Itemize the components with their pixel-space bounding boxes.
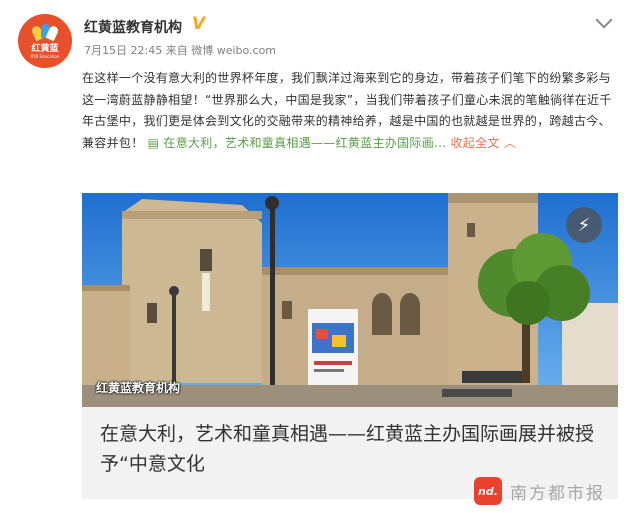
lightning-icon[interactable]: ⚡ <box>566 207 602 243</box>
collapse-button[interactable]: 收起全文 ︿ <box>450 136 516 150</box>
source-name: 南方都市报 <box>510 483 605 504</box>
image-watermark: 红黄蓝教育机构 <box>96 381 181 395</box>
chevron-down-icon[interactable] <box>595 11 613 29</box>
nd-logo-icon: nd. <box>474 477 502 505</box>
article-card[interactable]: 红黄蓝教育机构 ⚡ 在意大利，艺术和童真相遇——红黄蓝主办国际画展并被授予“中意… <box>82 193 618 499</box>
avatar[interactable]: 红黄蓝 RYB Education <box>18 14 72 68</box>
chevron-up-icon: ︿ <box>503 135 517 150</box>
post-meta: 7月15日 22:45 来自 微博 weibo.com <box>84 42 276 58</box>
post-source: 来自 微博 weibo.com <box>165 44 277 57</box>
brand-logo-icon <box>30 23 60 42</box>
cover-image: 红黄蓝教育机构 ⚡ <box>82 193 618 407</box>
article-link-label: 在意大利，艺术和童真相遇——红黄蓝主办国际画... <box>163 135 447 150</box>
post-body: 在这样一个没有意大利的世界杯年度，我们飘洋过海来到它的身边，带着孩子们笔下的纷繁… <box>82 68 622 154</box>
source-logo: nd. 南方都市报 <box>474 477 605 505</box>
verified-icon: V <box>192 14 206 34</box>
collapse-label: 收起全文 <box>450 135 500 150</box>
account-name[interactable]: 红黄蓝教育机构 <box>84 17 182 37</box>
post-time[interactable]: 22:45 <box>131 44 163 57</box>
article-icon: ▤ <box>147 135 164 150</box>
castle-scene-image <box>82 193 618 407</box>
avatar-text: 红黄蓝 <box>31 43 59 54</box>
avatar-subtext: RYB Education <box>30 53 60 59</box>
card-title[interactable]: 在意大利，艺术和童真相遇——红黄蓝主办国际画展并被授予“中意文化 <box>100 419 600 479</box>
post-date[interactable]: 7月15日 <box>84 44 127 57</box>
article-link[interactable]: ▤ 在意大利，艺术和童真相遇——红黄蓝主办国际画... <box>148 136 451 150</box>
